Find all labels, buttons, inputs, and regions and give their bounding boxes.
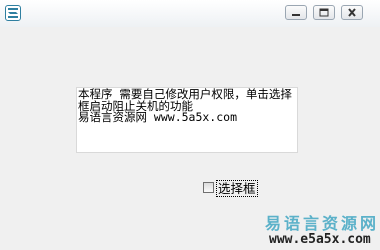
minimize-button[interactable] [285, 5, 307, 20]
title-bar[interactable] [0, 0, 380, 27]
app-window: 本程序 需要自己修改用户权限，单击选择框启动阻止关机的功能 易语言资源网 www… [0, 0, 380, 250]
maximize-button[interactable] [313, 5, 335, 20]
checkbox-label[interactable]: 选择框 [216, 180, 258, 197]
description-textbox[interactable]: 本程序 需要自己修改用户权限，单击选择框启动阻止关机的功能 易语言资源网 www… [76, 87, 298, 153]
close-icon [348, 8, 356, 17]
watermark-site-name: 易语言资源网 [265, 214, 380, 233]
checkbox-box[interactable] [203, 182, 214, 193]
watermark-url: www.e5a5x.com [269, 232, 371, 247]
close-button[interactable] [341, 5, 363, 20]
minimize-icon [292, 14, 300, 16]
app-logo-icon[interactable] [5, 5, 21, 21]
maximize-icon [319, 8, 329, 17]
